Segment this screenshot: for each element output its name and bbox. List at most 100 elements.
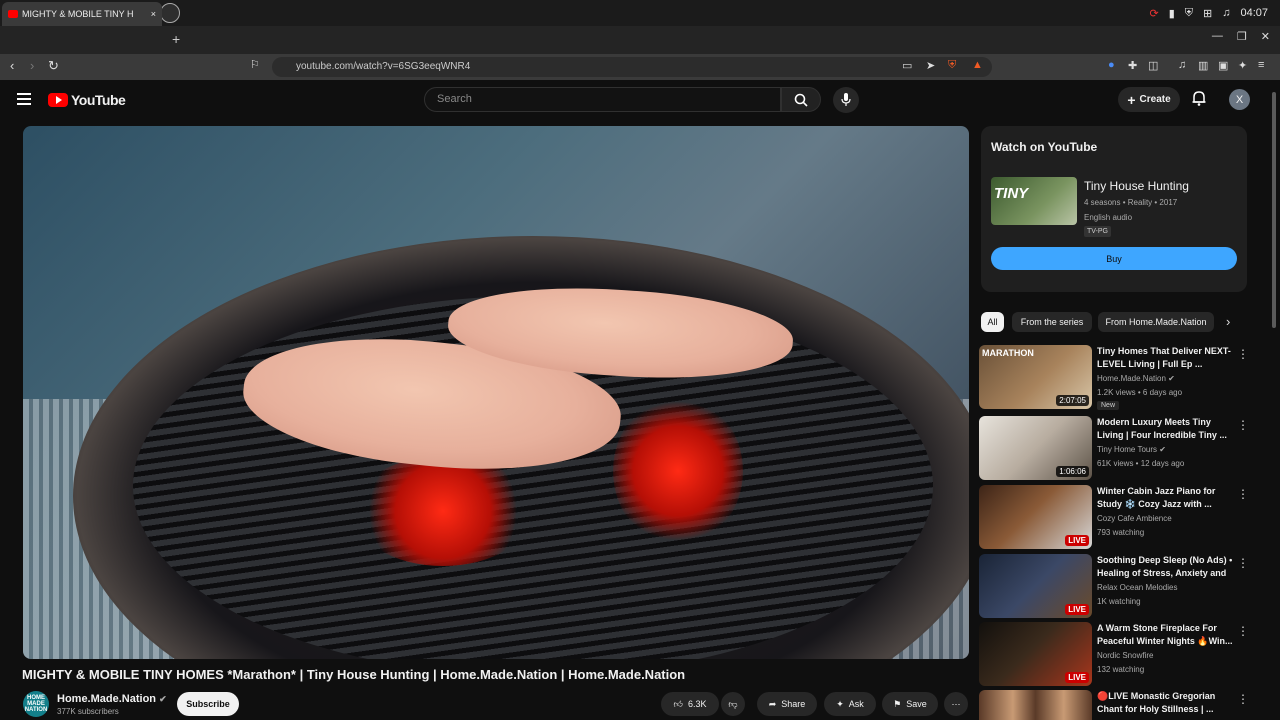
tab-close-icon[interactable]: ×: [151, 9, 156, 19]
verified-icon: ✔: [1159, 445, 1166, 454]
voice-search-button[interactable]: [833, 87, 859, 113]
recommendation-item[interactable]: LIVE Soothing Deep Sleep (No Ads) • Heal…: [979, 554, 1259, 618]
window-controls: — ❐ ✕: [1212, 30, 1270, 43]
reload-icon[interactable]: ↻: [48, 58, 59, 74]
share-icon: ➦: [768, 698, 777, 709]
update-icon[interactable]: ⟳: [1149, 7, 1158, 20]
account-avatar[interactable]: X: [1229, 89, 1250, 110]
recommendation-item[interactable]: MARATHON 2:07:05 Tiny Homes That Deliver…: [979, 345, 1259, 410]
dislike-button[interactable]: 👎︎: [721, 692, 745, 716]
more-vertical-icon[interactable]: ⋮: [1237, 556, 1249, 570]
video-thumbnail[interactable]: LIVE: [979, 554, 1092, 618]
video-thumbnail[interactable]: LIVE: [979, 485, 1092, 549]
shield-icon[interactable]: ⛨: [1185, 7, 1193, 20]
cast-icon[interactable]: ▭: [902, 59, 912, 72]
search-icon: [794, 93, 808, 107]
bookmark-icon[interactable]: ⚐: [250, 58, 260, 71]
brave-rewards-icon[interactable]: ▲: [972, 59, 983, 71]
youtube-play-icon: [48, 93, 68, 107]
more-vertical-icon[interactable]: ⋮: [1237, 692, 1249, 706]
browser-tab[interactable]: MIGHTY & MOBILE TINY H ×: [2, 2, 162, 26]
send-icon[interactable]: ➤: [926, 59, 935, 72]
close-window-icon[interactable]: ✕: [1261, 30, 1270, 43]
back-icon[interactable]: ‹: [10, 58, 14, 73]
recommendation-item[interactable]: 1:06:06 Modern Luxury Meets Tiny Living …: [979, 416, 1259, 480]
leo-icon[interactable]: ✦: [1238, 59, 1247, 72]
more-vertical-icon[interactable]: ⋮: [1237, 487, 1249, 501]
more-vertical-icon[interactable]: ⋮: [1237, 418, 1249, 432]
url-field[interactable]: youtube.com/watch?v=6SG3eeqWNR4: [272, 57, 992, 77]
wallet-icon[interactable]: ▣: [1218, 59, 1228, 72]
share-button[interactable]: ➦ Share: [757, 692, 817, 716]
verified-icon: ✔: [159, 694, 167, 704]
search-button[interactable]: [781, 87, 821, 112]
screenshot-icon[interactable]: ◫: [1148, 59, 1158, 72]
forward-icon[interactable]: ›: [30, 58, 34, 73]
recommendation-item[interactable]: LIVE A Warm Stone Fireplace For Peaceful…: [979, 622, 1259, 686]
youtube-logo-text: YouTube: [71, 92, 126, 108]
channel-name[interactable]: Home.Made.Nation ✔: [57, 693, 167, 705]
chip-all[interactable]: All: [981, 312, 1004, 332]
video-player[interactable]: [23, 126, 969, 659]
more-vertical-icon[interactable]: ⋮: [1237, 347, 1249, 361]
channel-name-text: Home.Made.Nation: [57, 693, 157, 705]
youtube-logo[interactable]: YouTube: [48, 92, 126, 108]
channel-text: Tiny Home Tours: [1097, 445, 1158, 454]
clock[interactable]: 04:07: [1240, 7, 1268, 19]
maximize-icon[interactable]: ❐: [1237, 30, 1247, 43]
more-vertical-icon[interactable]: ⋮: [1237, 624, 1249, 638]
profile-ext-icon[interactable]: ●: [1108, 59, 1115, 71]
search-input[interactable]: Search: [424, 87, 781, 112]
video-thumbnail[interactable]: 1:06:06: [979, 416, 1092, 480]
recommendation-watching: 1K watching: [1097, 597, 1141, 606]
chromium-app-icon[interactable]: [160, 3, 180, 23]
sidebar-icon[interactable]: ▥: [1198, 59, 1208, 72]
buy-button[interactable]: Buy: [991, 247, 1237, 270]
create-label: Create: [1139, 94, 1171, 105]
video-thumbnail[interactable]: [979, 690, 1092, 720]
hamburger-menu-icon[interactable]: [17, 93, 31, 105]
like-button[interactable]: 👍︎ 6.3K: [661, 692, 719, 716]
recommendation-title: Tiny Homes That Deliver NEXT-LEVEL Livin…: [1097, 346, 1231, 369]
menu-icon[interactable]: ≡: [1258, 59, 1264, 71]
show-thumbnail[interactable]: TINY: [991, 177, 1077, 225]
chips-next-icon[interactable]: ›: [1226, 314, 1230, 329]
recommendation-channel: Tiny Home Tours ✔: [1097, 445, 1166, 454]
thumbnail-label: MARATHON: [982, 348, 1034, 358]
watch-on-youtube-card: Watch on YouTube TINY Tiny House Hunting…: [981, 126, 1247, 292]
hot-coal-image: [613, 396, 743, 546]
brave-shield-icon[interactable]: ⛨: [948, 59, 956, 72]
video-thumbnail[interactable]: LIVE: [979, 622, 1092, 686]
ask-button[interactable]: ✦ Ask: [824, 692, 876, 716]
more-actions-button[interactable]: ⋯: [944, 692, 968, 716]
live-badge: LIVE: [1065, 672, 1089, 683]
recommendation-item[interactable]: LIVE Winter Cabin Jazz Piano for Study ❄…: [979, 485, 1259, 549]
live-badge: LIVE: [1065, 535, 1089, 546]
subscribe-button[interactable]: Subscribe: [177, 692, 239, 716]
show-title[interactable]: Tiny House Hunting: [1084, 179, 1189, 193]
network-icon[interactable]: ⊞: [1203, 7, 1212, 20]
recommendation-views: 61K views • 12 days ago: [1097, 459, 1185, 468]
new-tab-button[interactable]: +: [172, 31, 180, 47]
music-icon[interactable]: ♫: [1222, 7, 1230, 19]
create-button[interactable]: + Create: [1118, 87, 1180, 112]
system-tray: ⟳ ▮ ⛨ ⊞ ♫ 04:07: [1149, 0, 1268, 26]
media-icon[interactable]: ♫: [1178, 59, 1186, 71]
show-meta: 4 seasons • Reality • 2017: [1084, 198, 1178, 207]
notifications-bell-icon[interactable]: [1192, 90, 1206, 111]
show-audio: English audio: [1084, 213, 1133, 222]
channel-avatar[interactable]: HOME MADE NATION: [23, 691, 49, 717]
chip-from-series[interactable]: From the series: [1012, 312, 1092, 332]
share-label: Share: [781, 699, 806, 709]
video-thumbnail[interactable]: MARATHON 2:07:05: [979, 345, 1092, 409]
battery-icon[interactable]: ▮: [1169, 7, 1175, 20]
save-button[interactable]: ⚑ Save: [882, 692, 938, 716]
minimize-icon[interactable]: —: [1212, 30, 1223, 43]
extensions-icon[interactable]: ✚: [1128, 59, 1137, 72]
page-scrollbar[interactable]: [1272, 92, 1276, 328]
sparkle-icon: ✦: [836, 698, 844, 709]
recommendation-item[interactable]: 🔴LIVE Monastic Gregorian Chant for Holy …: [979, 690, 1259, 720]
microphone-icon: [841, 93, 851, 106]
chip-from-channel[interactable]: From Home.Made.Nation: [1098, 312, 1214, 332]
tab-title: MIGHTY & MOBILE TINY H: [22, 9, 134, 19]
